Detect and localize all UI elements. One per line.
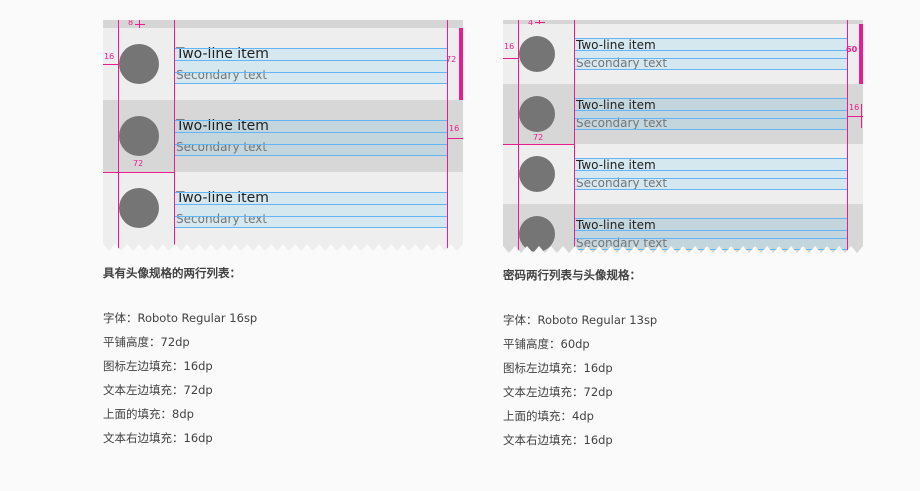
avatar xyxy=(519,36,555,72)
icon-left-guide xyxy=(518,20,519,254)
spec-text-left-padding: 文本左边填充：72dp xyxy=(103,383,213,397)
row-height-marker xyxy=(459,28,463,100)
list-item: Two-line item Secondary text xyxy=(103,172,463,252)
spec-top-padding: 上面的填充：8dp xyxy=(103,407,194,421)
text-left-label: 72 xyxy=(133,159,144,168)
spec-icon-left-padding: 图标左边填充：16dp xyxy=(503,361,613,375)
top-pad-label: 8 xyxy=(128,20,134,27)
left-spec-caption: 具有头像规格的两行列表： xyxy=(103,266,241,280)
keyline xyxy=(175,204,447,205)
keyline xyxy=(575,230,847,231)
text-left-guide xyxy=(574,20,575,254)
keyline xyxy=(175,120,447,121)
keyline xyxy=(175,48,447,49)
top-pad-measure xyxy=(535,22,545,23)
two-line-avatar-list-spec: Two-line item Secondary text Two-line it… xyxy=(103,20,463,252)
avatar xyxy=(519,96,555,132)
right-pad-measure xyxy=(861,104,862,128)
spec-tile-height: 平铺高度：72dp xyxy=(103,335,190,349)
spec-text-left-padding: 文本左边填充：72dp xyxy=(503,385,613,399)
keyline xyxy=(575,238,847,239)
text-left-measure xyxy=(103,172,175,173)
torn-edge xyxy=(503,246,863,254)
secondary-text: Secondary text xyxy=(176,140,268,154)
icon-left-label: 16 xyxy=(504,42,515,51)
top-pad-measure xyxy=(135,24,145,25)
keyline xyxy=(575,170,847,171)
row-height-label: 72 xyxy=(446,55,457,64)
keyline xyxy=(575,218,847,219)
spec-text-right-padding: 文本右边填充：16dp xyxy=(103,431,213,445)
spec-top-padding: 上面的填充：4dp xyxy=(503,409,594,423)
keyline xyxy=(575,178,847,179)
text-right-guide xyxy=(847,20,848,254)
keyline xyxy=(575,69,847,70)
list-item: Two-line item Secondary text xyxy=(503,84,863,144)
text-left-label: 72 xyxy=(533,133,544,142)
keyline xyxy=(575,98,847,99)
keyline xyxy=(175,72,447,73)
list-item: Two-line item Secondary text xyxy=(103,28,463,100)
secondary-text: Secondary text xyxy=(176,212,268,226)
avatar xyxy=(519,156,555,192)
keyline xyxy=(575,158,847,159)
spec-font: 字体：Roboto Regular 13sp xyxy=(503,313,658,327)
keyline xyxy=(175,227,447,228)
keyline xyxy=(575,118,847,119)
icon-left-label: 16 xyxy=(104,52,115,61)
keyline xyxy=(175,144,447,145)
text-left-measure xyxy=(503,144,575,145)
avatar xyxy=(119,116,159,156)
right-pad-label: 16 xyxy=(849,103,860,112)
right-spec-caption: 密码两行列表与头像规格： xyxy=(503,268,641,282)
text-left-guide xyxy=(174,20,175,252)
list-item: Two-line item Secondary text xyxy=(503,144,863,204)
avatar xyxy=(119,188,159,228)
keyline xyxy=(175,216,447,217)
keyline xyxy=(175,83,447,84)
icon-left-measure xyxy=(503,58,519,59)
list-top-padding xyxy=(103,20,463,28)
keyline xyxy=(575,129,847,130)
keyline xyxy=(175,192,447,193)
list-item: Two-line item Secondary text xyxy=(103,100,463,172)
top-pad-label: 4 xyxy=(528,20,534,27)
spec-font: 字体：Roboto Regular 16sp xyxy=(103,311,258,325)
icon-left-measure xyxy=(103,64,119,65)
list-item: Two-line item Secondary text xyxy=(503,24,863,84)
secondary-text: Secondary text xyxy=(176,68,268,82)
keyline xyxy=(575,50,847,51)
spec-icon-left-padding: 图标左边填充：16dp xyxy=(103,359,213,373)
icon-left-guide xyxy=(118,20,119,252)
spec-tile-height: 平铺高度：60dp xyxy=(503,337,590,351)
keyline xyxy=(175,155,447,156)
avatar xyxy=(119,44,159,84)
keyline xyxy=(175,132,447,133)
row-height-label: 60 xyxy=(846,45,858,54)
keyline xyxy=(575,110,847,111)
keyline xyxy=(175,60,447,61)
spec-text-right-padding: 文本右边填充：16dp xyxy=(503,433,613,447)
dense-two-line-avatar-list-spec: Two-line item Secondary text Two-line it… xyxy=(503,20,863,254)
keyline xyxy=(575,189,847,190)
right-pad-measure xyxy=(447,138,463,139)
torn-edge xyxy=(103,244,463,252)
right-pad-label: 16 xyxy=(449,124,460,133)
keyline xyxy=(575,38,847,39)
keyline xyxy=(575,58,847,59)
row-height-marker xyxy=(859,24,863,84)
